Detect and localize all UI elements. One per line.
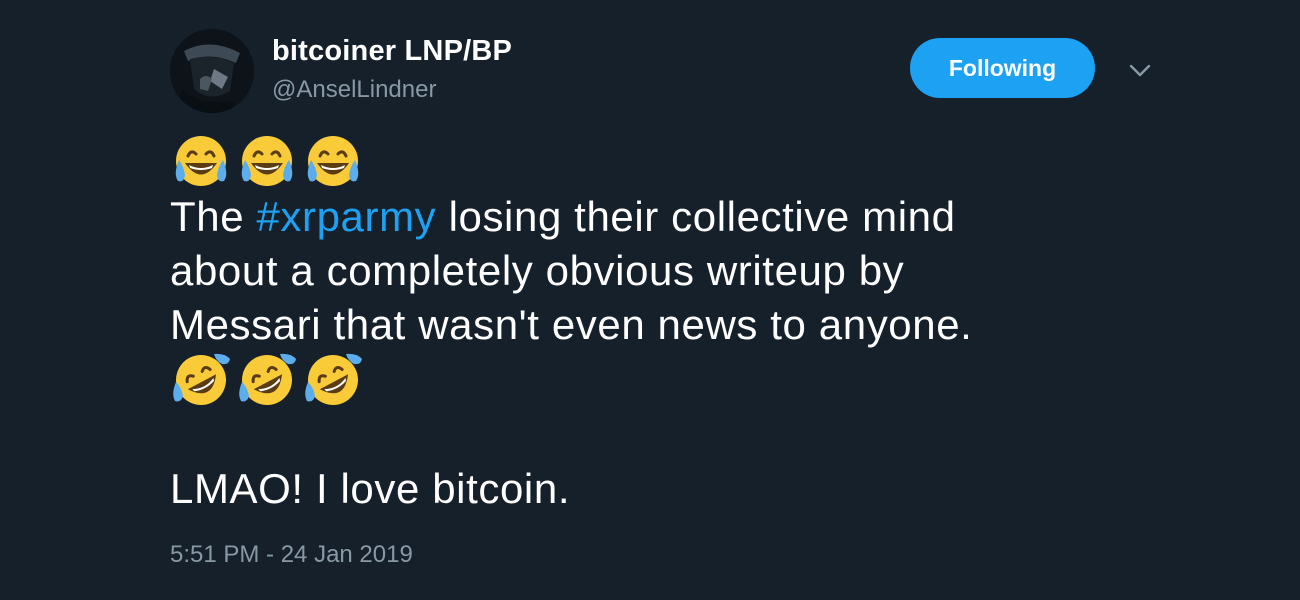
- tweet-line-3: Messari that wasn't even news to anyone.: [170, 301, 973, 348]
- author-display-name[interactable]: bitcoiner LNP/BP: [272, 35, 512, 68]
- tweet-text-segment: The: [170, 193, 257, 240]
- avatar-image: [170, 29, 254, 113]
- emoji-row-rolling-laughing: [170, 352, 1170, 409]
- face-with-tears-of-joy-icon: [175, 136, 227, 186]
- face-with-tears-of-joy-icon: [307, 136, 359, 186]
- paragraph-break: [170, 408, 1170, 462]
- tweet-line-1: The #xrparmy losing their collective min…: [170, 190, 1170, 244]
- tweet-line-4: LMAO! I love bitcoin.: [170, 465, 571, 512]
- tweet-card: bitcoiner LNP/BP @AnselLindner Following: [0, 0, 1300, 600]
- tweet-line-2: about a completely obvious writeup by: [170, 247, 905, 294]
- tweet-text-segment: losing their collective mind: [436, 193, 956, 240]
- author-handle[interactable]: @AnselLindner: [272, 76, 436, 104]
- avatar[interactable]: [170, 29, 254, 113]
- hashtag-link[interactable]: #xrparmy: [256, 193, 436, 240]
- chevron-down-icon[interactable]: [1126, 58, 1154, 82]
- emoji-row-tears-of-joy: [170, 134, 1170, 191]
- rolling-on-the-floor-laughing-icon: [239, 353, 296, 405]
- face-with-tears-of-joy-icon: [241, 136, 293, 186]
- tweet-timestamp[interactable]: 5:51 PM - 24 Jan 2019: [170, 541, 413, 569]
- tweet-text: The #xrparmy losing their collective min…: [170, 134, 1170, 516]
- rolling-on-the-floor-laughing-icon: [173, 353, 230, 405]
- following-button[interactable]: Following: [910, 38, 1095, 98]
- rolling-on-the-floor-laughing-icon: [305, 353, 362, 405]
